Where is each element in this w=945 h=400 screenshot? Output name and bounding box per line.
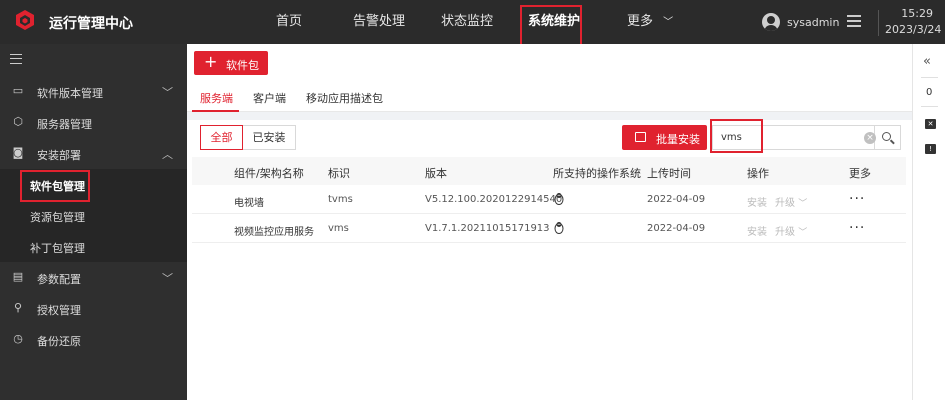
sidebar-item-label: 参数配置 [37,273,81,286]
key-icon: ⚲ [13,301,23,314]
app-title: 运行管理中心 [49,16,133,32]
logo-icon [16,10,34,30]
column-header-more: 更多 [849,167,871,180]
batch-install-button[interactable]: 批量安装 [622,125,707,150]
sidebar: ▭ 软件版本管理 ﹀ ⬡ 服务器管理 ◙ 安装部署 ︿ 软件包管理 资源包管理 … [0,44,187,400]
tab-client[interactable]: 客户端 [253,90,286,106]
clock-time: 15:29 [901,7,933,20]
nav-status-monitor[interactable]: 状态监控 [441,0,493,44]
table-header: 组件/架构名称 标识 版本 所支持的操作系统 上传时间 操作 更多 [192,157,906,185]
chevron-down-icon: ﹀ [162,86,173,99]
upgrade-label: 升级 [775,227,795,238]
search-button[interactable] [875,125,901,150]
username[interactable]: sysadmin [787,16,839,29]
cube-icon: ⬡ [13,115,23,128]
batch-install-label: 批量安装 [656,133,700,146]
sidebar-item-software-version[interactable]: ▭ 软件版本管理 ﹀ [0,76,187,107]
section-separator [187,112,912,120]
clock-date: 2023/3/24 [885,23,942,36]
tab-mobile-app-descriptor[interactable]: 移动应用描述包 [306,90,383,106]
row-id: tvms [328,194,353,205]
sidebar-item-label: 补丁包管理 [30,242,85,255]
sidebar-highlight-box [20,170,90,202]
column-header-id: 标识 [328,167,350,180]
chevron-down-icon: ﹀ [798,199,808,209]
upgrade-label: 升级 [775,198,795,209]
chevron-up-icon: ︿ [162,148,173,161]
main-content: + 软件包 服务端 客户端 移动应用描述包 全部 已安装 批量安装 vms × … [187,44,912,400]
row-name: 电视墙 [234,198,264,209]
sidebar-item-authorization[interactable]: ⚲ 授权管理 [0,293,187,324]
row-upload-time: 2022-04-09 [647,194,706,205]
hamburger-menu-icon[interactable] [847,15,861,27]
right-toolbar: « 0 ✕ ! [912,44,945,400]
column-header-operation: 操作 [747,167,769,180]
install-action[interactable]: 安装 [747,223,767,238]
top-bar: 运行管理中心 首页 告警处理 状态监控 系统维护 更多 ﹀ sysadmin 1… [0,0,945,48]
filter-all-button[interactable]: 全部 [200,125,243,150]
column-header-version: 版本 [425,167,447,180]
upgrade-action[interactable]: 升级 ﹀ [775,223,807,238]
sidebar-item-deploy[interactable]: ◙ 安装部署 ︿ [0,138,187,169]
linux-icon [554,222,564,234]
alert-message-icon[interactable]: ! [925,144,936,154]
table-row[interactable]: 电视墙 tvms V5.12.100.2020122914540 2022-04… [192,185,906,214]
row-upload-time: 2022-04-09 [647,223,706,234]
sidebar-item-label: 服务器管理 [37,118,92,131]
more-actions-icon[interactable]: ··· [849,220,865,236]
batch-install-icon [635,132,646,142]
row-id: vms [328,223,349,234]
sidebar-item-label: 安装部署 [37,149,81,162]
column-header-os: 所支持的操作系统 [553,167,641,180]
row-version: V1.7.1.20211015171913 [425,223,550,234]
sidebar-item-backup-restore[interactable]: ◷ 备份还原 [0,324,187,355]
chevron-down-icon: ﹀ [663,17,674,28]
plus-icon: + [204,52,218,71]
sidebar-item-label: 资源包管理 [30,211,85,224]
chevron-down-icon: ﹀ [162,272,173,285]
add-package-button[interactable]: + 软件包 [194,51,268,75]
header-divider [878,10,879,36]
filter-installed-button[interactable]: 已安装 [243,125,296,150]
search-icon-handle [890,139,895,145]
table-row[interactable]: 视频监控应用服务 vms V1.7.1.20211015171913 2022-… [192,214,906,243]
nav-more[interactable]: 更多 ﹀ [627,0,673,44]
column-header-upload-time: 上传时间 [647,167,691,180]
sidebar-item-server[interactable]: ⬡ 服务器管理 [0,107,187,138]
right-toolbar-divider [921,106,938,107]
column-header-name: 组件/架构名称 [234,167,304,180]
sidebar-item-label: 软件版本管理 [37,87,103,100]
config-icon: ▤ [12,270,24,283]
nav-alarm[interactable]: 告警处理 [353,0,405,44]
row-version: V5.12.100.2020122914540 [425,194,563,205]
double-chevron-left-icon[interactable]: « [923,54,931,69]
sidebar-item-parameter-config[interactable]: ▤ 参数配置 ﹀ [0,262,187,293]
clock-icon: ◷ [13,332,23,345]
nav-more-label: 更多 [627,14,654,29]
notification-count: 0 [926,87,933,98]
linux-icon [554,193,564,205]
user-avatar-icon[interactable] [762,13,780,31]
search-highlight-box [710,119,763,153]
tab-server[interactable]: 服务端 [200,90,233,106]
sidebar-collapse-icon[interactable] [10,54,22,64]
add-package-label: 软件包 [226,59,259,72]
deploy-icon: ◙ [12,146,24,159]
install-action[interactable]: 安装 [747,194,767,209]
sidebar-item-label: 备份还原 [37,335,81,348]
more-actions-icon[interactable]: ··· [849,191,865,207]
row-name: 视频监控应用服务 [234,227,314,238]
right-toolbar-divider [921,77,938,78]
close-message-icon[interactable]: ✕ [925,119,936,129]
sidebar-item-resource-package[interactable]: 资源包管理 [0,200,187,231]
chevron-down-icon: ﹀ [798,228,808,238]
monitor-icon: ▭ [12,84,24,97]
sidebar-item-patch-package[interactable]: 补丁包管理 [0,231,187,262]
nav-home[interactable]: 首页 [276,0,302,44]
nav-highlight-box [520,5,582,48]
upgrade-action[interactable]: 升级 ﹀ [775,194,807,209]
sidebar-item-label: 授权管理 [37,304,81,317]
